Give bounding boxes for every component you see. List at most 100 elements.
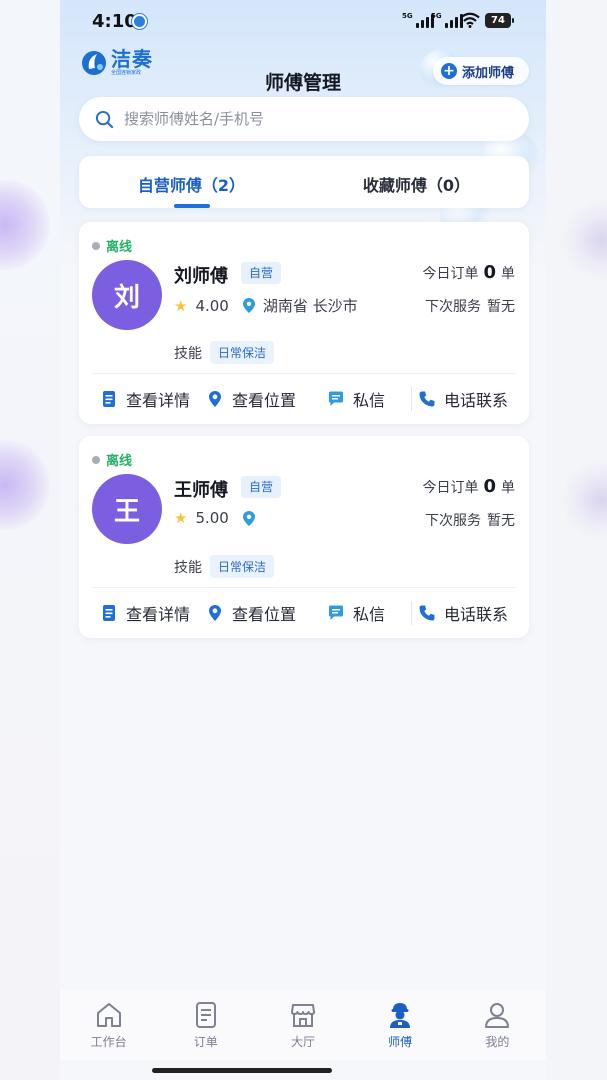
skill-tag: 日常保洁	[210, 555, 275, 578]
master-name: 刘师傅	[174, 266, 228, 287]
orders-count: 0	[483, 476, 496, 497]
view-location-button[interactable]: 查看位置	[206, 601, 296, 625]
status-label: 离线	[106, 240, 133, 255]
home-icon	[96, 1003, 121, 1027]
user-icon	[485, 1003, 510, 1028]
nav-label: 订单	[193, 1035, 218, 1049]
chat-bubble-icon	[329, 391, 343, 406]
skills-row: 技能 日常保洁	[174, 341, 275, 364]
self-operated-badge: 自营	[241, 476, 282, 498]
private-message-button[interactable]: 私信	[327, 601, 385, 625]
app-screen: 4:10 5G 5G 74 洁奏 全国连锁家政 师傅管理 + 添加师傅 搜索师傅…	[60, 0, 546, 1080]
next-service: 下次服务 暂无	[425, 296, 515, 316]
avatar: 王	[92, 474, 162, 544]
rating-value: 4.00	[195, 296, 229, 315]
tab-label: 收藏师傅（0）	[362, 176, 471, 195]
tab-bar: 自营师傅（2） 收藏师傅（0）	[79, 156, 529, 208]
bottom-navigation: 工作台 订单 大厅 师傅 我的	[60, 990, 546, 1060]
today-orders: 今日订单 0 单	[422, 262, 515, 283]
star-icon: ★	[174, 296, 188, 315]
location-pin-icon	[242, 510, 255, 526]
signal-label: 5G	[402, 12, 413, 20]
notification-app-icon	[132, 14, 147, 29]
phone-contact-button[interactable]: 电话联系	[418, 387, 508, 411]
backdrop-blob	[0, 180, 50, 270]
star-icon: ★	[174, 509, 188, 527]
skills-row: 技能 日常保洁	[174, 555, 275, 578]
status-dot	[92, 241, 100, 250]
signal-label: 5G	[431, 12, 442, 20]
document-icon	[103, 391, 115, 407]
nav-orders[interactable]: 订单	[166, 1000, 246, 1050]
nav-workbench[interactable]: 工作台	[69, 1000, 149, 1050]
orders-unit: 单	[501, 266, 515, 282]
rating-row: ★ 4.00 湖南省 长沙市	[174, 295, 358, 316]
tab-self-operated[interactable]: 自营师傅（2）	[79, 156, 304, 208]
add-master-button[interactable]: + 添加师傅	[433, 57, 529, 85]
next-service: 下次服务 暂无	[425, 510, 515, 530]
battery-icon: 74	[485, 13, 514, 28]
skills-label: 技能	[174, 345, 202, 362]
chat-bubble-icon	[329, 605, 343, 620]
nav-mine[interactable]: 我的	[457, 1000, 537, 1050]
status-dot	[92, 455, 100, 464]
action-row: 查看详情 查看位置 私信 电话联系	[79, 374, 529, 424]
status-bar: 4:10 5G 5G 74	[60, 0, 546, 44]
skills-label: 技能	[174, 559, 202, 576]
master-card[interactable]: 离线 刘 刘师傅 自营 ★ 4.00 湖南省 长沙市 今日订单 0 单 下次服务…	[79, 222, 529, 424]
phone-contact-button[interactable]: 电话联系	[418, 601, 508, 625]
orders-unit: 单	[501, 480, 515, 496]
nav-label: 我的	[485, 1035, 510, 1049]
rating-row: ★ 5.00	[174, 509, 263, 527]
online-status: 离线	[92, 236, 132, 255]
worker-icon	[390, 1003, 411, 1028]
view-location-label: 查看位置	[232, 391, 297, 410]
view-details-button[interactable]: 查看详情	[100, 387, 190, 411]
nav-label: 工作台	[90, 1035, 127, 1049]
action-separator	[411, 387, 412, 411]
search-bar[interactable]	[79, 97, 529, 141]
phone-icon	[419, 391, 435, 407]
location-pin-icon	[242, 298, 255, 313]
tab-favorites[interactable]: 收藏师傅（0）	[304, 156, 529, 208]
backdrop-right	[546, 0, 607, 1080]
backdrop-blob	[562, 460, 607, 540]
order-icon	[195, 1002, 216, 1028]
master-name: 王师傅	[174, 480, 228, 501]
action-separator	[411, 601, 412, 625]
document-icon	[103, 605, 115, 621]
orders-label: 今日订单	[422, 480, 479, 496]
master-card[interactable]: 离线 王 王师傅 自营 ★ 5.00 今日订单 0 单 下次服务 暂无 技能 日…	[79, 436, 529, 638]
search-input[interactable]	[124, 110, 504, 128]
online-status: 离线	[92, 450, 132, 469]
wifi-icon	[460, 12, 480, 28]
tab-label: 自营师傅（2）	[137, 176, 246, 195]
map-pin-icon	[209, 605, 221, 621]
phone-contact-label: 电话联系	[444, 391, 509, 410]
home-indicator[interactable]	[152, 1068, 332, 1073]
view-location-button[interactable]: 查看位置	[206, 387, 296, 411]
add-master-label: 添加师傅	[462, 65, 515, 81]
today-orders: 今日订单 0 单	[422, 476, 515, 497]
view-details-button[interactable]: 查看详情	[100, 601, 190, 625]
skill-tag: 日常保洁	[210, 341, 275, 364]
status-label: 离线	[106, 454, 133, 469]
map-pin-icon	[209, 391, 221, 407]
private-message-button[interactable]: 私信	[327, 387, 385, 411]
backdrop-blob	[562, 200, 607, 280]
nav-label: 师傅	[388, 1035, 413, 1049]
active-tab-indicator	[173, 204, 210, 208]
self-operated-badge: 自营	[241, 262, 282, 284]
avatar: 刘	[92, 260, 162, 330]
location-text: 湖南省 长沙市	[262, 297, 358, 315]
private-message-label: 私信	[353, 605, 386, 624]
signal-icon: 5G	[402, 12, 434, 28]
status-time: 4:10	[92, 11, 137, 32]
nav-hall[interactable]: 大厅	[263, 1000, 343, 1050]
view-details-label: 查看详情	[126, 605, 191, 624]
nav-masters[interactable]: 师傅	[360, 1000, 440, 1050]
next-service-label: 下次服务	[425, 513, 481, 529]
phone-icon	[419, 605, 435, 621]
backdrop-blob	[0, 440, 50, 530]
action-row: 查看详情 查看位置 私信 电话联系	[79, 588, 529, 638]
